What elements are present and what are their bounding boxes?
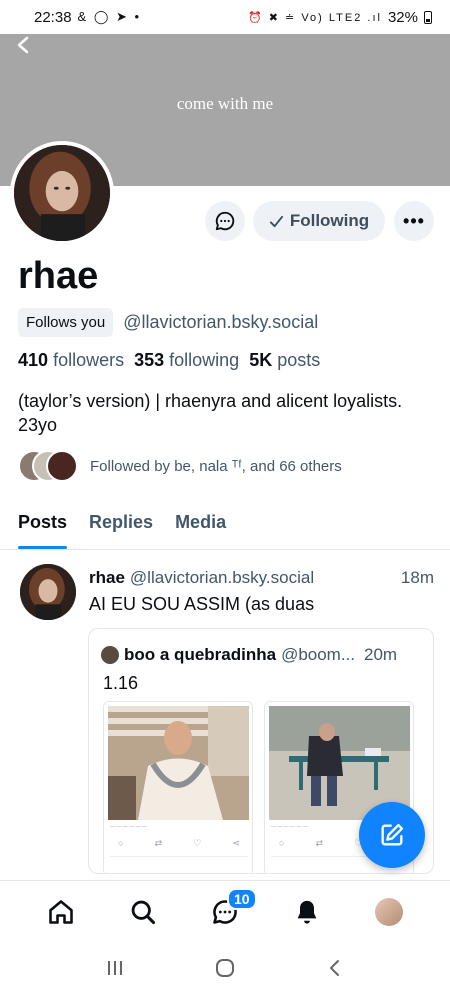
display-name: rhae bbox=[18, 255, 99, 297]
profile-bio: (taylor’s version) | rhaenyra and alicen… bbox=[18, 391, 403, 435]
home-icon bbox=[49, 899, 73, 924]
posts-label: posts bbox=[277, 350, 321, 370]
following-label: Following bbox=[289, 211, 370, 230]
recent-apps-button[interactable] bbox=[105, 958, 125, 984]
more-button[interactable]: ••• bbox=[394, 201, 434, 241]
quote-time: 20m bbox=[364, 645, 398, 664]
followed-by-text: Followed by be, nala ᵀᶠ, and 66 others bbox=[90, 457, 342, 475]
battery-icon bbox=[424, 10, 432, 24]
nav-avatar bbox=[375, 897, 403, 926]
message-icon bbox=[215, 211, 235, 231]
following-link[interactable]: 353 following bbox=[134, 350, 239, 371]
profile-avatar[interactable] bbox=[10, 141, 114, 245]
profile-stats: 410 followers 353 following 5K posts bbox=[18, 350, 320, 371]
system-icons: ⏰ ✖ ≐ Vo) LTE2 .ıl bbox=[248, 11, 382, 24]
media-photo bbox=[108, 706, 249, 820]
handle-row: Follows you @llavictorian.bsky.social bbox=[18, 308, 318, 337]
home-system-button[interactable] bbox=[214, 957, 236, 985]
following-stat-label: following bbox=[169, 350, 240, 370]
followed-by-avatars bbox=[18, 450, 78, 482]
following-count: 353 bbox=[134, 350, 165, 370]
nav-search[interactable] bbox=[123, 892, 163, 932]
status-left: 22:38 & ◯ ➤ • bbox=[34, 9, 141, 26]
nav-notifications[interactable] bbox=[287, 892, 327, 932]
media-meta: — — — — — — bbox=[110, 824, 147, 830]
more-icon: ••• bbox=[403, 210, 425, 231]
bottom-nav: 10 bbox=[0, 880, 450, 942]
post-avatar-image bbox=[20, 564, 76, 620]
post-header: rhae @llavictorian.bsky.social 18m bbox=[89, 568, 434, 588]
compose-icon bbox=[381, 823, 404, 846]
nav-chat[interactable]: 10 bbox=[205, 887, 257, 932]
followed-by[interactable]: Followed by be, nala ᵀᶠ, and 66 others bbox=[18, 450, 342, 482]
check-icon bbox=[269, 215, 283, 227]
media-image[interactable]: — — — — — — ○⇄♡⋖ bbox=[103, 701, 253, 873]
media-meta: — — — — — — bbox=[271, 824, 308, 830]
status-right: ⏰ ✖ ≐ Vo) LTE2 .ıl 32% bbox=[248, 9, 432, 26]
quote-text: 1.16 bbox=[103, 673, 139, 693]
posts-stat: 5K posts bbox=[249, 350, 320, 371]
tab-media[interactable]: Media bbox=[175, 500, 226, 549]
followers-label: followers bbox=[53, 350, 125, 370]
quote-author-handle: @boom... bbox=[281, 645, 356, 664]
bell-icon bbox=[297, 900, 317, 924]
post-author-handle[interactable]: @llavictorian.bsky.social bbox=[130, 568, 314, 588]
post-text: AI EU SOU ASSIM (as duas bbox=[89, 594, 315, 614]
tab-posts[interactable]: Posts bbox=[18, 500, 68, 549]
android-nav-bar bbox=[0, 942, 450, 1000]
messages-badge: 10 bbox=[227, 887, 257, 910]
media-footer bbox=[110, 856, 248, 862]
back-icon bbox=[17, 36, 29, 54]
back-system-button[interactable] bbox=[325, 958, 345, 984]
message-button[interactable] bbox=[205, 201, 245, 241]
status-time: 22:38 bbox=[34, 8, 72, 26]
back-button[interactable] bbox=[14, 34, 44, 64]
nav-home[interactable] bbox=[41, 892, 81, 932]
followers-count: 410 bbox=[18, 350, 49, 370]
quote-header: boo a quebradinha @boom... 20m bbox=[101, 645, 423, 665]
profile-handle: @llavictorian.bsky.social bbox=[123, 312, 319, 332]
follows-you-badge: Follows you bbox=[18, 308, 114, 337]
follower-avatar bbox=[46, 450, 78, 482]
media-actions: ○⇄♡⋖ bbox=[118, 838, 240, 848]
post-author-name[interactable]: rhae bbox=[89, 568, 125, 588]
status-bar: 22:38 & ◯ ➤ • ⏰ ✖ ≐ Vo) LTE2 .ıl 32% bbox=[0, 0, 450, 34]
nav-profile[interactable] bbox=[369, 892, 409, 932]
post-avatar[interactable] bbox=[20, 564, 76, 620]
post-time: 18m bbox=[400, 568, 434, 587]
avatar-image bbox=[14, 145, 110, 241]
back-arrow-icon bbox=[330, 960, 340, 976]
profile-tabs: Posts Replies Media bbox=[0, 500, 450, 550]
quote-author-name: boo a quebradinha bbox=[124, 645, 277, 664]
tab-replies[interactable]: Replies bbox=[89, 500, 153, 549]
posts-count: 5K bbox=[249, 350, 273, 370]
banner-text: come with me bbox=[176, 94, 274, 113]
battery-percent: 32% bbox=[387, 8, 418, 26]
home-circle-icon bbox=[215, 959, 234, 977]
following-button[interactable]: Following bbox=[253, 201, 385, 241]
compose-button[interactable] bbox=[359, 802, 425, 868]
notification-icons: & ◯ ➤ • bbox=[77, 9, 142, 24]
followers-link[interactable]: 410 followers bbox=[18, 350, 124, 371]
quote-avatar bbox=[101, 646, 119, 664]
search-icon bbox=[131, 900, 156, 924]
recent-apps-icon bbox=[107, 961, 122, 975]
